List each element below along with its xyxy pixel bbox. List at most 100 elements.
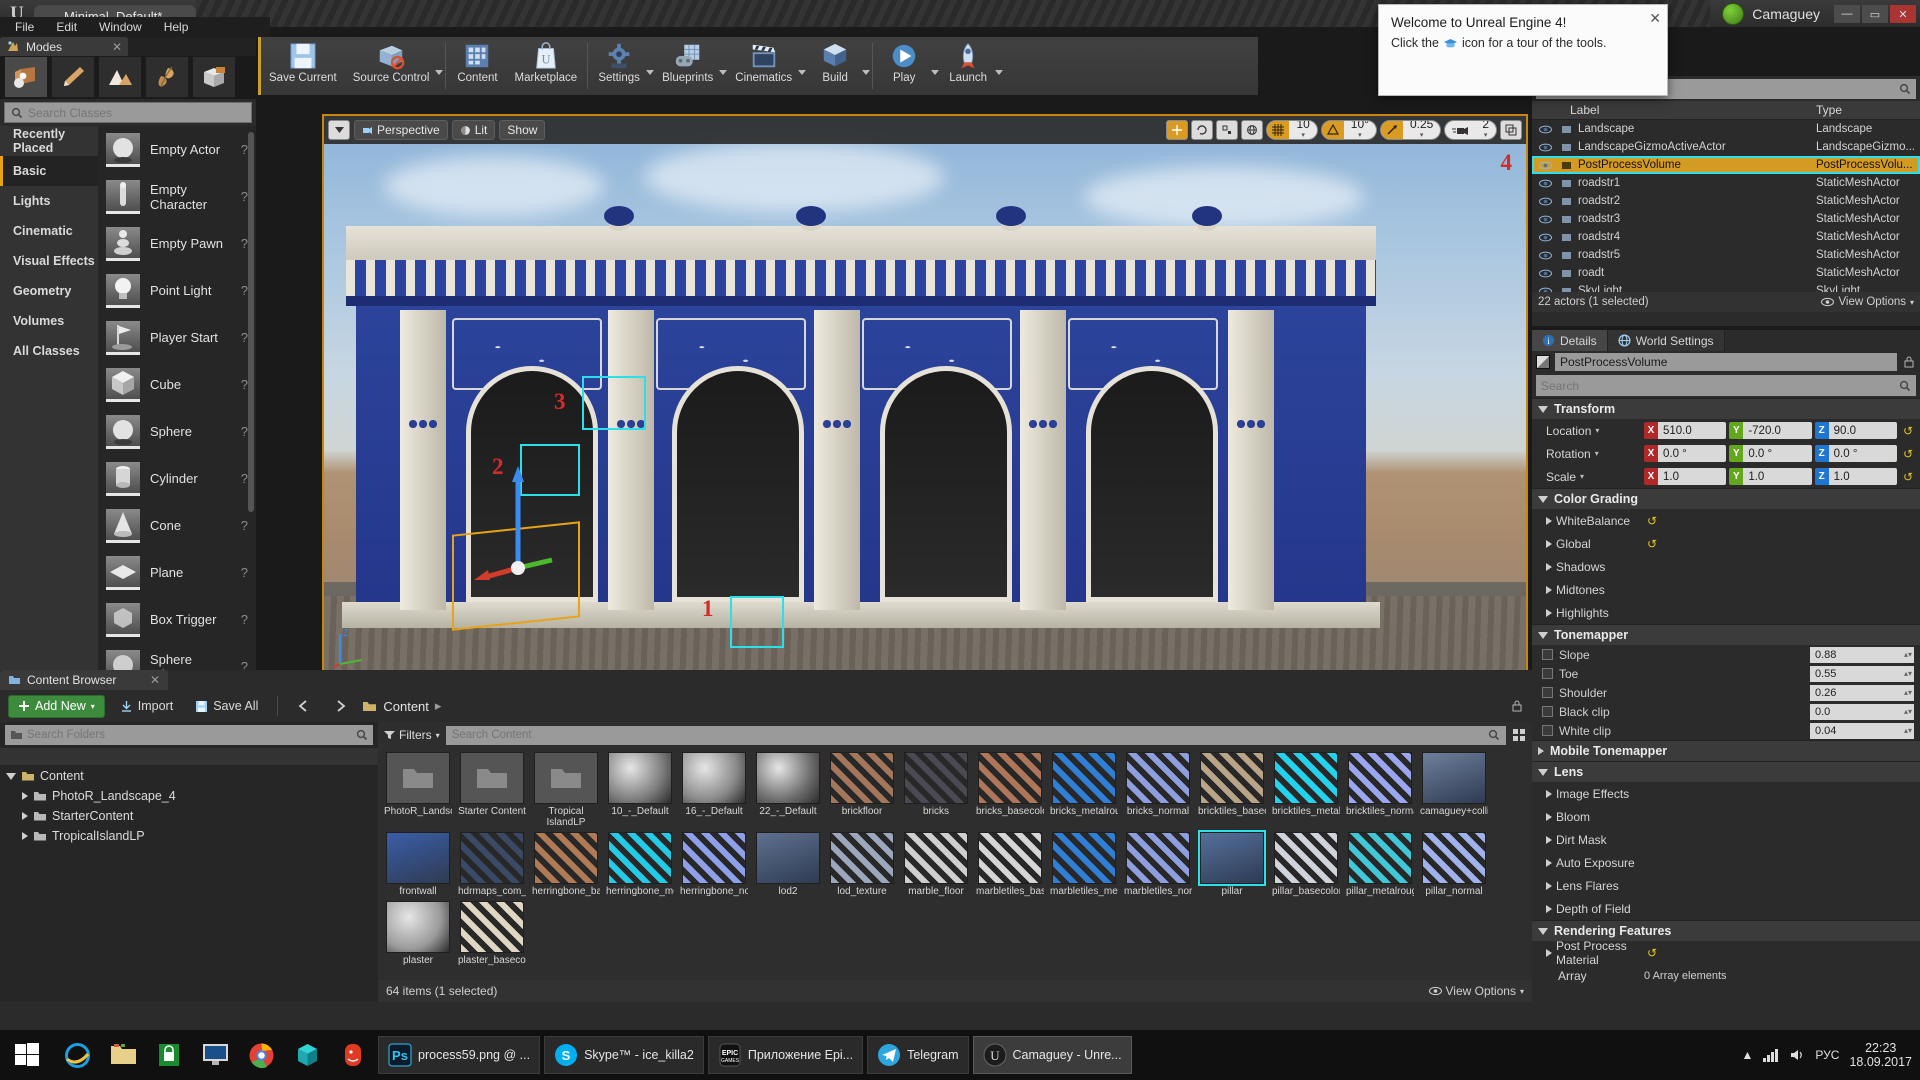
mode-foliage-button[interactable] — [145, 56, 189, 98]
axis-z-field[interactable]: Z 0.0 ° — [1814, 445, 1897, 462]
asset-item[interactable]: pillar_basecolor — [1272, 832, 1340, 897]
actor-item-plane[interactable]: Plane? — [98, 549, 256, 596]
category-recently-placed[interactable]: Recently Placed — [0, 126, 98, 156]
minimize-button[interactable]: — — [1834, 5, 1860, 23]
category-cinematic[interactable]: Cinematic — [0, 216, 98, 246]
chevron-down-icon[interactable]: ▾ — [1580, 472, 1584, 481]
maximize-viewport-button[interactable] — [1500, 120, 1522, 140]
help-icon[interactable]: ? — [241, 189, 248, 204]
scale-snap-value-wrap[interactable]: 0.25 ▾ — [1403, 121, 1440, 139]
outliner-row[interactable]: roadt StaticMeshActor — [1532, 264, 1920, 282]
chevron-right-icon[interactable] — [22, 832, 28, 840]
folder-search-field[interactable] — [5, 725, 373, 745]
property-dirt-mask[interactable]: Dirt Mask — [1532, 828, 1920, 851]
window-controls[interactable]: — ▭ ✕ — [1832, 5, 1916, 23]
asset-item[interactable]: herringbone_normal — [680, 832, 748, 897]
outliner-row[interactable]: Landscape Landscape — [1532, 120, 1920, 138]
actor-item-empty-pawn[interactable]: Empty Pawn? — [98, 220, 256, 267]
actor-item-cone[interactable]: Cone? — [98, 502, 256, 549]
back-button[interactable] — [290, 695, 318, 718]
folder-photor_landscape_4[interactable]: PhotoR_Landscape_4 — [0, 786, 378, 806]
help-icon[interactable]: ? — [241, 142, 248, 157]
category-all-classes[interactable]: All Classes — [0, 336, 98, 366]
close-button[interactable]: ✕ — [1890, 5, 1916, 23]
enable-checkbox[interactable] — [1542, 649, 1553, 660]
help-icon[interactable]: ? — [241, 283, 248, 298]
tray-chevron-icon[interactable]: ▲ — [1742, 1048, 1754, 1062]
visibility-eye-icon[interactable] — [1532, 269, 1558, 278]
section-tonemapper[interactable]: Tonemapper — [1532, 624, 1920, 645]
folder-root[interactable]: Content — [0, 766, 378, 786]
transform-gizmo[interactable] — [474, 460, 554, 580]
help-icon[interactable]: ? — [241, 236, 248, 251]
folder-startercontent[interactable]: StarterContent — [0, 806, 378, 826]
value-field[interactable]: 0.88 ▴▾ — [1810, 646, 1914, 663]
asset-item[interactable]: pillar — [1198, 830, 1266, 897]
details-search-field[interactable] — [1536, 375, 1916, 396]
asset-item[interactable]: bricks — [902, 752, 970, 828]
viewport-options-button[interactable] — [328, 120, 350, 140]
visibility-eye-icon[interactable] — [1532, 161, 1558, 170]
angle-snap-value-wrap[interactable]: 10° ▾ — [1344, 121, 1376, 139]
asset-item[interactable]: bricktiles_basecolor — [1198, 752, 1266, 828]
help-icon[interactable]: ? — [241, 330, 248, 345]
actor-list-scrollbar[interactable] — [248, 132, 254, 512]
property-whitebalance[interactable]: WhiteBalance ↺ — [1532, 509, 1920, 532]
asset-item[interactable]: marbletiles_normal — [1124, 832, 1192, 897]
asset-item[interactable]: bricktiles_normal — [1346, 752, 1414, 828]
store-icon[interactable] — [146, 1030, 192, 1080]
actor-item-box-trigger[interactable]: Box Trigger? — [98, 596, 256, 643]
grid-snap-toggle[interactable] — [1267, 121, 1290, 139]
outliner-view-options-button[interactable]: View Options ▾ — [1821, 296, 1914, 308]
chevron-right-icon[interactable] — [22, 812, 28, 820]
asset-item[interactable]: plaster — [384, 901, 452, 966]
property-post-process-material[interactable]: Post Process Material ↺ — [1532, 939, 1920, 967]
toolbar-button-cinematics[interactable]: Cinematics — [727, 37, 800, 95]
value-field[interactable]: 0.55 ▴▾ — [1810, 665, 1914, 682]
chevron-right-icon[interactable]: ▸ — [435, 698, 442, 714]
toolbar-button-marketplace[interactable]: U Marketplace — [506, 37, 585, 95]
asset-item[interactable]: frontwall — [384, 832, 452, 897]
viewport-perspective-button[interactable]: Perspective — [354, 120, 448, 140]
property-auto-exposure[interactable]: Auto Exposure — [1532, 851, 1920, 874]
help-icon[interactable]: ? — [241, 518, 248, 533]
reset-icon[interactable]: ↺ — [1644, 514, 1660, 528]
axis-x-field[interactable]: X 0.0 ° — [1644, 445, 1727, 462]
rotate-mode-button[interactable] — [1191, 120, 1214, 140]
ie-icon[interactable] — [54, 1030, 100, 1080]
taskbar-task-unreal[interactable]: U Camaguey - Unre... — [972, 1036, 1132, 1074]
property-global[interactable]: Global ↺ — [1532, 532, 1920, 555]
asset-item[interactable]: pillar_normal — [1420, 832, 1488, 897]
axis-y-field[interactable]: Y -720.0 — [1729, 422, 1812, 439]
toolbar-button-content[interactable]: Content — [448, 37, 506, 95]
details-search-input[interactable] — [1541, 378, 1895, 393]
asset-item[interactable]: PhotoR_Landscape_4 — [384, 752, 452, 828]
lock-icon[interactable] — [1902, 355, 1916, 369]
outliner-row[interactable]: roadstr4 StaticMeshActor — [1532, 228, 1920, 246]
actor-item-cylinder[interactable]: Cylinder? — [98, 455, 256, 502]
actor-item-empty-actor[interactable]: Empty Actor? — [98, 126, 256, 173]
translate-mode-button[interactable] — [1166, 120, 1189, 140]
3dsmax-icon[interactable] — [284, 1030, 330, 1080]
import-button[interactable]: Import — [113, 695, 180, 718]
outliner-row[interactable]: roadstr5 StaticMeshActor — [1532, 246, 1920, 264]
value-field[interactable]: 0.26 ▴▾ — [1810, 684, 1914, 701]
actor-item-sphere[interactable]: Sphere? — [98, 408, 256, 455]
taskbar-task-epic[interactable]: EPIC GAMES Приложение Epi... — [707, 1036, 864, 1074]
scale-snap-toggle[interactable] — [1380, 121, 1403, 139]
scale-mode-button[interactable] — [1216, 120, 1239, 140]
asset-item[interactable]: bricks_basecolor — [976, 752, 1044, 828]
section-mobile-tonemapper[interactable]: Mobile Tonemapper — [1532, 740, 1920, 761]
folder-search-input[interactable] — [27, 729, 352, 741]
search-classes-input[interactable] — [28, 105, 245, 120]
visibility-eye-icon[interactable] — [1532, 251, 1558, 260]
network-icon[interactable] — [1763, 1048, 1780, 1062]
axis-x-field[interactable]: X 1.0 — [1644, 468, 1727, 485]
spinner-icon[interactable]: ▴▾ — [1904, 688, 1912, 697]
toolbar-button-play[interactable]: Play — [875, 37, 933, 95]
asset-search-field[interactable] — [445, 725, 1506, 745]
help-icon[interactable]: ? — [241, 565, 248, 580]
camera-speed-control[interactable]: 2 ▾ — [1444, 120, 1497, 140]
maximize-button[interactable]: ▭ — [1862, 5, 1888, 23]
reset-icon[interactable]: ↺ — [1900, 447, 1916, 461]
